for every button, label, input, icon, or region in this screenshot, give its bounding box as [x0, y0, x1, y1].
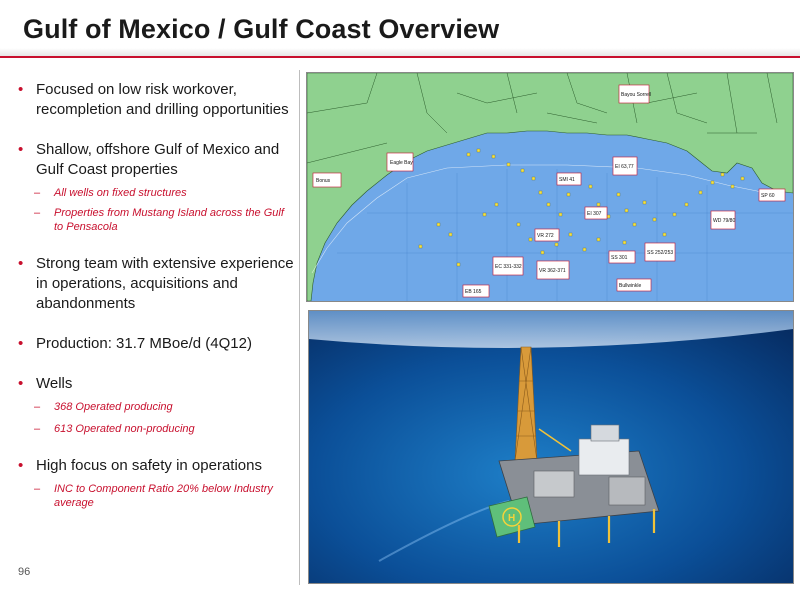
column-divider	[299, 70, 300, 585]
bullet-list: • Focused on low risk workover, recomple…	[16, 80, 296, 510]
map-label-ei-63-77: EI 63,77	[615, 164, 634, 170]
bullet-item: • Strong team with extensive experience …	[16, 254, 296, 314]
sub-bullet-item: – Properties from Mustang Island across …	[16, 206, 296, 234]
bullet-item: • Production: 31.7 MBoe/d (4Q12)	[16, 334, 296, 354]
map-label-sp-60: SP 60	[761, 193, 775, 199]
bullet-item: • Shallow, offshore Gulf of Mexico and G…	[16, 140, 296, 180]
bullet-item: • High focus on safety in operations	[16, 456, 296, 476]
bullet-text: High focus on safety in operations	[36, 457, 262, 474]
bullet-text: Production: 31.7 MBoe/d (4Q12)	[36, 335, 252, 352]
sub-bullet-dash: –	[34, 483, 41, 495]
map-label-vr-272: VR 272	[537, 233, 554, 239]
offshore-platform-photo: H	[308, 310, 794, 584]
slide-title: Gulf of Mexico / Gulf Coast Overview	[23, 14, 500, 44]
bullet-item: • Focused on low risk workover, recomple…	[16, 80, 296, 120]
map-label-bonus: Bonus	[316, 178, 331, 184]
map-label-ei-307: EI 307	[587, 211, 602, 217]
bullet-dot: •	[18, 375, 24, 392]
sub-bullet-text: All wells on fixed structures	[54, 187, 187, 199]
bullet-text: Focused on low risk workover, recompleti…	[36, 81, 289, 118]
gulf-map: Bonus Eagle Bay Bayou Sorrell EI 63,77 S…	[306, 72, 794, 302]
ocean	[309, 311, 793, 583]
map-label-wd: WD 79/80	[713, 218, 735, 224]
bullet-dot: •	[18, 81, 24, 98]
sub-bullet-dash: –	[34, 187, 41, 199]
map-label-vr: VR 362-371	[539, 268, 566, 274]
map-label-bullwinkle: Bullwinkle	[619, 283, 641, 289]
page-number: 96	[18, 566, 31, 578]
sub-bullet-text: 368 Operated producing	[54, 401, 173, 413]
map-label-eagle-bay: Eagle Bay	[390, 160, 413, 166]
map-label-ss-301: SS 301	[611, 255, 628, 261]
header-shadow	[0, 48, 800, 56]
map-label-eb-165: EB 165	[465, 289, 482, 295]
bullet-dot: •	[18, 335, 24, 352]
map-label-ec: EC 331-332	[495, 264, 522, 270]
sub-bullet-text: INC to Component Ratio 20% below Industr…	[54, 483, 273, 509]
map-label-smi-41: SMI 41	[559, 177, 575, 183]
sub-bullet-text: 613 Operated non-producing	[54, 423, 195, 435]
bullet-text: Strong team with extensive experience in…	[36, 255, 294, 312]
bullet-dot: •	[18, 457, 24, 474]
bullet-text: Wells	[36, 375, 73, 392]
svg-text:H: H	[508, 513, 515, 524]
map-label-bayou-sorrell: Bayou Sorrell	[621, 92, 651, 98]
header-rule	[0, 56, 800, 58]
bullet-dot: •	[18, 255, 24, 272]
bullet-item: • Wells	[16, 374, 296, 394]
sub-bullet-item: – All wells on fixed structures	[16, 186, 296, 200]
sub-bullet-item: – INC to Component Ratio 20% below Indus…	[16, 482, 296, 510]
slide-header: Gulf of Mexico / Gulf Coast Overview	[0, 0, 800, 58]
bullet-text: Shallow, offshore Gulf of Mexico and Gul…	[36, 141, 280, 178]
sub-bullet-dash: –	[34, 423, 41, 435]
sub-bullet-item: – 368 Operated producing	[16, 400, 296, 414]
bullet-dot: •	[18, 141, 24, 158]
sub-bullet-dash: –	[34, 207, 41, 219]
sub-bullet-dash: –	[34, 401, 41, 413]
map-label-ss-252: SS 252/253	[647, 250, 673, 256]
sub-bullet-item: – 613 Operated non-producing	[16, 422, 296, 436]
sub-bullet-text: Properties from Mustang Island across th…	[54, 207, 284, 233]
